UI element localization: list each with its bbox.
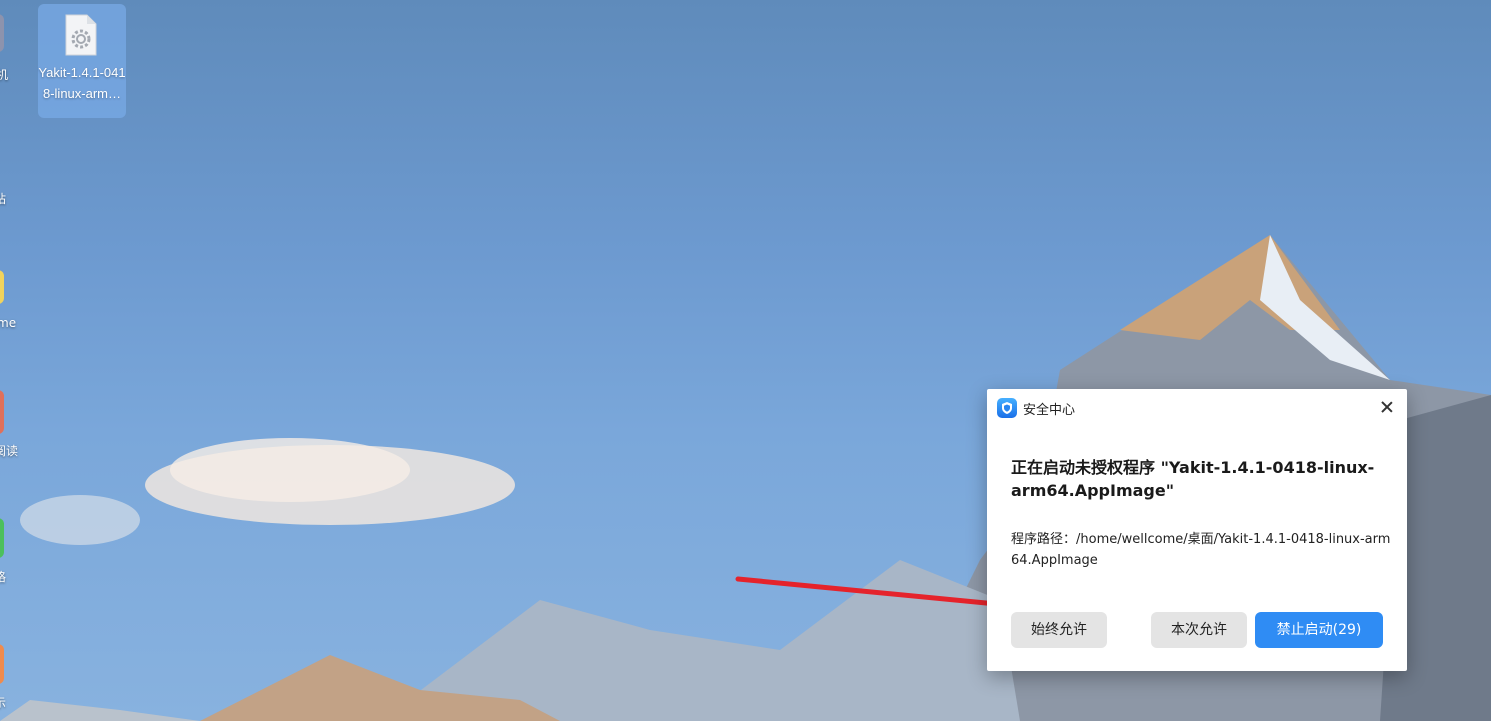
computer-icon [0, 14, 4, 52]
desktop-icon-label: 示 [0, 696, 7, 710]
program-path: 程序路径：/home/wellcome/桌面/Yakit-1.4.1-0418-… [1011, 529, 1391, 571]
desktop-icon-label: 站 [0, 192, 7, 206]
desktop-icon-label: me [0, 316, 17, 330]
folder-icon [0, 270, 4, 304]
close-icon[interactable] [1377, 397, 1397, 417]
always-allow-button[interactable]: 始终允许 [1011, 612, 1107, 648]
program-path-label: 程序路径： [1011, 532, 1077, 547]
allow-once-button[interactable]: 本次允许 [1151, 612, 1247, 648]
file-name-line-2: 8-linux-arm… [42, 86, 121, 101]
file-name-line-1: Yakit-1.4.1-041 [38, 65, 126, 80]
desktop-icon-label: 阅读 [0, 444, 19, 458]
security-center-dialog: 安全中心 正在启动未授权程序 "Yakit-1.4.1-0418-linux-a… [987, 389, 1407, 671]
dialog-titlebar[interactable]: 安全中心 [987, 389, 1407, 427]
reader-icon [0, 390, 4, 434]
shield-icon [997, 398, 1017, 418]
dialog-title: 安全中心 [1023, 403, 1076, 418]
spreadsheet-icon [0, 518, 4, 558]
deny-launch-button[interactable]: 禁止启动(29) [1255, 612, 1383, 648]
desktop-icon-label: 格 [0, 570, 7, 584]
desktop-icon-label: 机 [0, 68, 9, 82]
dialog-heading: 正在启动未授权程序 "Yakit-1.4.1-0418-linux-arm64.… [1011, 458, 1375, 500]
settings-file-icon [65, 14, 97, 56]
desktop-file-yakit-appimage[interactable]: Yakit-1.4.1-041 8-linux-arm… [38, 4, 126, 118]
desktop-file-name: Yakit-1.4.1-041 8-linux-arm… [38, 62, 126, 104]
presentation-icon [0, 644, 4, 684]
